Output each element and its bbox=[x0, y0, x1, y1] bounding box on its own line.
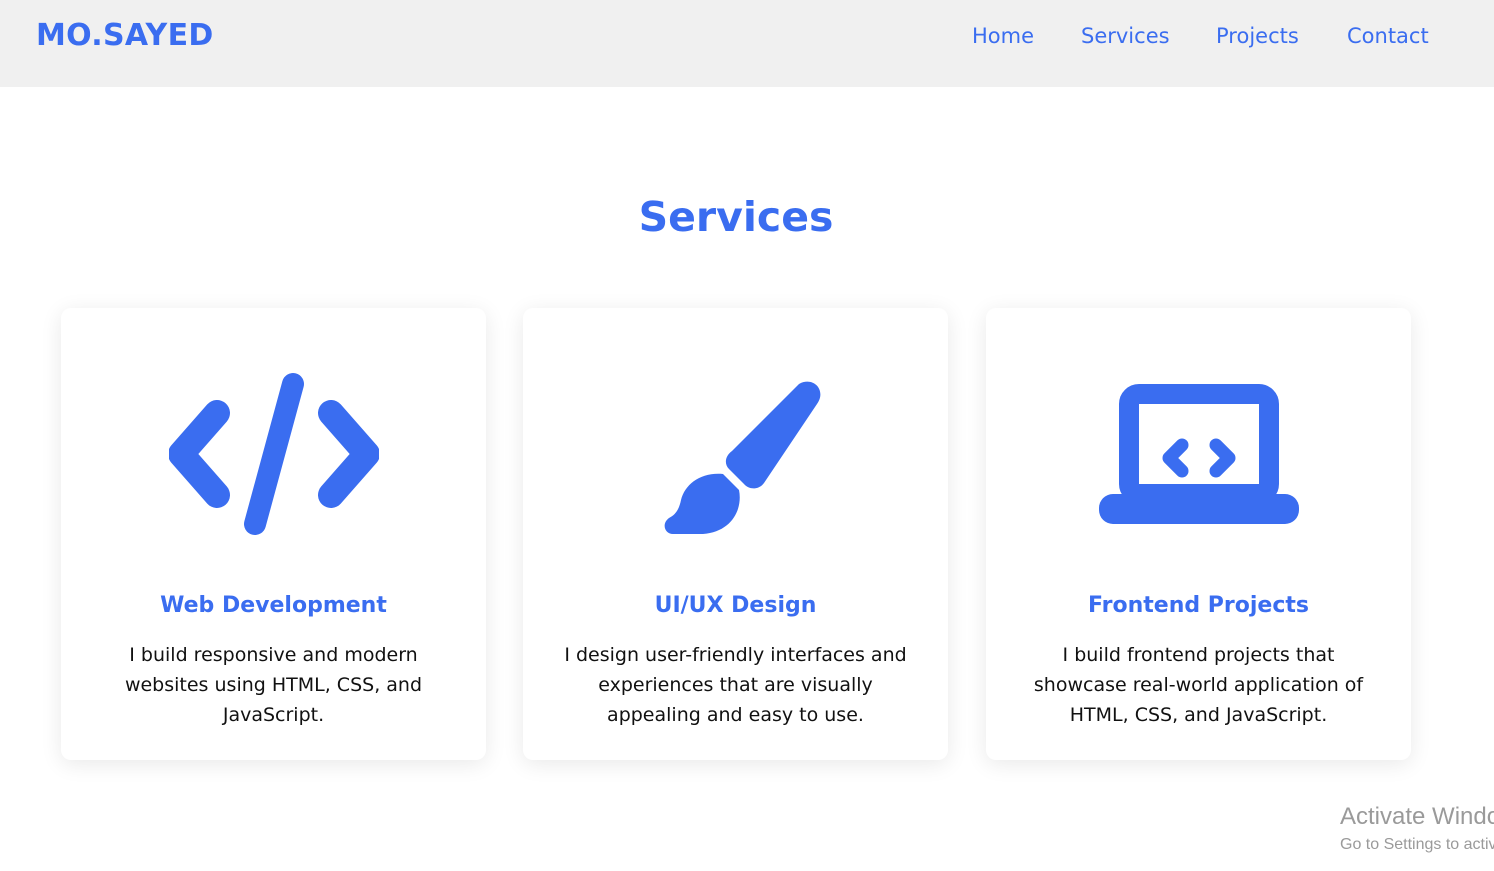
nav-link-contact[interactable]: Contact bbox=[1347, 24, 1429, 48]
card-title: Frontend Projects bbox=[1088, 593, 1309, 618]
card-description: I design user-friendly interfaces and ex… bbox=[564, 644, 907, 726]
nav-link-projects[interactable]: Projects bbox=[1216, 24, 1299, 48]
watermark-subtitle: Go to Settings to activate Windows. bbox=[1340, 836, 1494, 853]
section-title: Services bbox=[638, 193, 834, 241]
nav-link-home[interactable]: Home bbox=[972, 24, 1034, 48]
card-description: I build responsive and modern websites u… bbox=[124, 644, 423, 726]
service-card-web-development: Web Development I build responsive and m… bbox=[61, 308, 486, 760]
nav-links: Home Services Projects Contact bbox=[0, 24, 1494, 54]
paintbrush-icon bbox=[523, 368, 948, 548]
activation-watermark: Activate Windows Go to Settings to activ… bbox=[1340, 802, 1494, 856]
card-title: UI/UX Design bbox=[654, 593, 817, 618]
service-card-frontend-projects: Frontend Projects I build frontend proje… bbox=[986, 308, 1411, 760]
service-card-ui-ux-design: UI/UX Design I design user-friendly inte… bbox=[523, 308, 948, 760]
laptop-code-icon bbox=[986, 368, 1411, 548]
navbar: MO.SAYED Home Services Projects Contact bbox=[0, 0, 1494, 87]
card-description: I build frontend projects that showcase … bbox=[1033, 644, 1364, 726]
code-icon bbox=[61, 368, 486, 548]
watermark-title: Activate Windows bbox=[1340, 803, 1494, 830]
card-title: Web Development bbox=[160, 593, 387, 618]
nav-link-services[interactable]: Services bbox=[1081, 24, 1170, 48]
